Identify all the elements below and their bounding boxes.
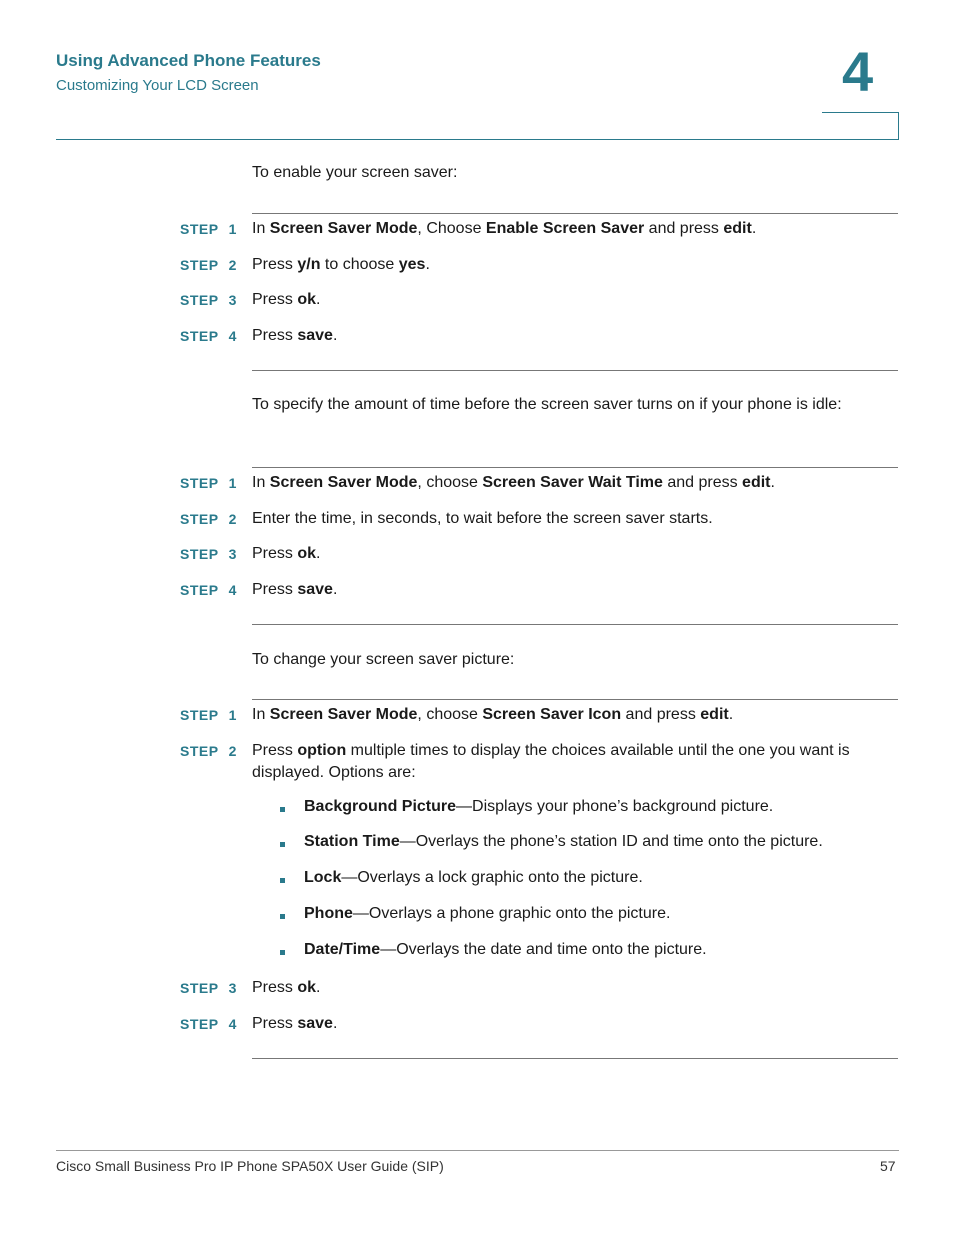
step-text-fragment: Enter the time, in seconds, to wait befo… [252, 510, 713, 527]
step-label: STEP 3 [180, 980, 237, 996]
step-text-fragment: . [332, 1015, 338, 1032]
step-label: STEP 4 [180, 328, 237, 344]
footer-guide-title: Cisco Small Business Pro IP Phone SPA50X… [56, 1158, 444, 1174]
step-text-fragment: In [252, 220, 270, 237]
step-text: In Screen Saver Mode, choose Screen Save… [252, 704, 898, 726]
step-text: Press option multiple times to display t… [252, 740, 898, 784]
ui-term: save [297, 327, 333, 344]
option-item: Background Picture—Displays your phone’s… [304, 798, 774, 815]
ui-term: edit [723, 220, 752, 237]
ui-term: Screen Saver Mode [269, 706, 418, 723]
ui-term: ok [297, 545, 317, 562]
page-number: 57 [880, 1158, 896, 1174]
section-rule [252, 467, 898, 468]
step-text-fragment: In [252, 706, 270, 723]
step-text-fragment: . [316, 545, 321, 562]
section-rule [252, 1058, 898, 1059]
bullet-icon [280, 914, 285, 919]
header-divider [56, 139, 899, 140]
step-text-fragment: . [770, 474, 775, 491]
step-text: Press save. [252, 579, 898, 601]
ui-term: y/n [297, 256, 321, 273]
section-rule [252, 370, 898, 371]
ui-term: Screen Saver Mode [269, 220, 418, 237]
ui-term: option [297, 742, 347, 759]
step-text-fragment: Press [252, 979, 298, 996]
bullet-icon [280, 807, 285, 812]
step-text-fragment: Press [252, 742, 298, 759]
footer-divider [56, 1150, 899, 1151]
step-text: Press ok. [252, 543, 898, 565]
step-text-fragment: , choose [417, 474, 483, 491]
step-text-fragment: , choose [417, 706, 483, 723]
step-text: Enter the time, in seconds, to wait befo… [252, 508, 898, 530]
section-rule [252, 213, 898, 214]
step-text: Press ok. [252, 977, 898, 999]
step-text-fragment: Press [252, 581, 298, 598]
step-label: STEP 1 [180, 475, 237, 491]
section-intro: To enable your screen saver: [252, 164, 458, 181]
step-label: STEP 4 [180, 1016, 237, 1032]
step-text-fragment: . [425, 256, 430, 273]
step-label: STEP 3 [180, 292, 237, 308]
section-rule [252, 624, 898, 625]
step-text: Press ok. [252, 289, 898, 311]
section-intro: To specify the amount of time before the… [252, 396, 842, 413]
step-text-fragment: Press [252, 545, 298, 562]
step-text-fragment: to choose [320, 256, 399, 273]
step-text-fragment: , Choose [417, 220, 486, 237]
step-text: Press save. [252, 325, 898, 347]
step-text-fragment: . [316, 979, 321, 996]
ui-term: yes [398, 256, 426, 273]
step-text-fragment: . [332, 581, 338, 598]
ui-term: Screen Saver Icon [482, 706, 622, 723]
step-label: STEP 2 [180, 743, 237, 759]
ui-term: Enable Screen Saver [485, 220, 645, 237]
step-text: In Screen Saver Mode, choose Screen Save… [252, 472, 898, 494]
bullet-icon [280, 878, 285, 883]
section-rule [252, 699, 898, 700]
step-text-fragment: . [751, 220, 757, 237]
step-text-fragment: and press [662, 474, 743, 491]
ui-term: save [297, 581, 333, 598]
ui-term: ok [297, 291, 317, 308]
chapter-number: 4 [842, 40, 874, 103]
step-text-fragment: . [728, 706, 734, 723]
option-item: Lock—Overlays a lock graphic onto the pi… [304, 869, 643, 886]
step-text-fragment: In [252, 474, 270, 491]
section-intro: To change your screen saver picture: [252, 651, 515, 668]
bullet-icon [280, 842, 285, 847]
step-label: STEP 1 [180, 707, 237, 723]
option-item: Station Time—Overlays the phone’s statio… [304, 833, 823, 850]
step-text-fragment: and press [644, 220, 724, 237]
step-label: STEP 2 [180, 257, 237, 273]
ui-term: ok [297, 979, 317, 996]
chapter-tab-divider [822, 112, 899, 140]
step-text-fragment: Press [252, 1015, 298, 1032]
chapter-title: Using Advanced Phone Features [56, 51, 321, 70]
option-item: Date/Time—Overlays the date and time ont… [304, 941, 707, 958]
section-title: Customizing Your LCD Screen [56, 77, 259, 94]
step-label: STEP 3 [180, 546, 237, 562]
step-text-fragment: Press [252, 256, 298, 273]
option-item: Phone—Overlays a phone graphic onto the … [304, 905, 671, 922]
step-text-fragment: and press [621, 706, 701, 723]
step-text: Press y/n to choose yes. [252, 254, 898, 276]
step-text: In Screen Saver Mode, Choose Enable Scre… [252, 218, 898, 240]
bullet-icon [280, 950, 285, 955]
ui-term: edit [700, 706, 729, 723]
step-text: Press save. [252, 1013, 898, 1035]
ui-term: edit [742, 474, 771, 491]
ui-term: save [297, 1015, 333, 1032]
step-text-fragment: . [332, 327, 338, 344]
step-label: STEP 1 [180, 221, 237, 237]
step-text-fragment: . [316, 291, 321, 308]
step-label: STEP 2 [180, 511, 237, 527]
step-text-fragment: Press [252, 291, 298, 308]
ui-term: Screen Saver Wait Time [482, 474, 663, 491]
step-label: STEP 4 [180, 582, 237, 598]
ui-term: Screen Saver Mode [269, 474, 418, 491]
step-text-fragment: Press [252, 327, 298, 344]
